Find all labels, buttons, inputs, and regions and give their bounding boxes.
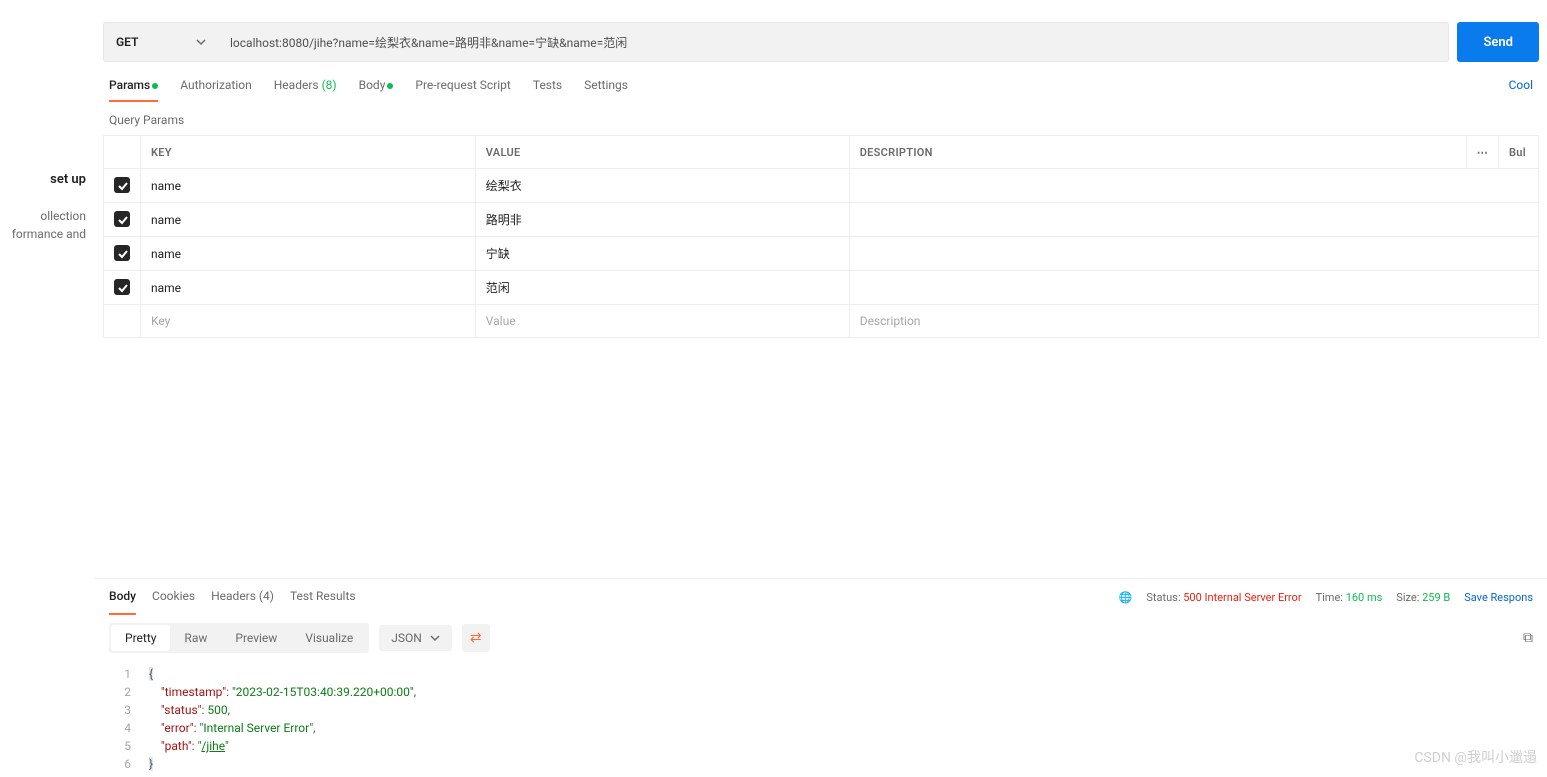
tab-tests[interactable]: Tests [533,70,562,102]
dot-icon [152,83,158,89]
checkbox[interactable] [114,279,130,295]
copy-icon[interactable]: ⧉ [1523,630,1533,646]
param-key[interactable]: name [141,169,476,203]
param-desc[interactable] [849,271,1538,305]
param-value[interactable]: 路明非 [475,203,849,237]
checkbox[interactable] [114,177,130,193]
tab-headers[interactable]: Headers (8) [274,70,337,102]
param-desc[interactable] [849,237,1538,271]
size-value: 259 B [1422,591,1450,604]
view-preview[interactable]: Preview [221,625,291,651]
view-raw[interactable]: Raw [170,625,221,651]
tab-settings[interactable]: Settings [584,70,628,102]
checkbox[interactable] [114,211,130,227]
table-row-placeholder[interactable]: KeyValueDescription [104,305,1539,338]
resp-tab-cookies[interactable]: Cookies [152,579,195,615]
param-key[interactable]: name [141,203,476,237]
param-key[interactable]: name [141,271,476,305]
cookies-link[interactable]: Cool [1509,70,1533,102]
tab-authorization[interactable]: Authorization [180,70,252,102]
chevron-down-icon [196,37,206,47]
resp-tab-tests[interactable]: Test Results [290,579,356,615]
bulk-edit[interactable]: Bul [1499,136,1539,169]
params-table: KEY VALUE DESCRIPTION ⋯ Bul name绘梨衣name路… [103,135,1539,338]
table-row: name绘梨衣 [104,169,1539,203]
col-key: KEY [141,136,476,169]
col-description: DESCRIPTION [849,136,1466,169]
time-value: 160 ms [1346,591,1383,604]
resp-tab-headers[interactable]: Headers (4) [211,579,274,615]
param-value[interactable]: 绘梨衣 [475,169,849,203]
url-input[interactable]: localhost:8080/jihe?name=绘梨衣&name=路明非&na… [218,22,1449,62]
param-key[interactable]: name [141,237,476,271]
resp-tab-body[interactable]: Body [109,579,136,615]
section-label: Query Params [95,103,1547,135]
tab-params[interactable]: Params [109,70,158,102]
param-desc[interactable] [849,203,1538,237]
format-select[interactable]: JSON [379,625,452,651]
param-key-placeholder[interactable]: Key [141,305,476,338]
param-value-placeholder[interactable]: Value [475,305,849,338]
send-button[interactable]: Send [1457,22,1539,62]
param-value[interactable]: 范闲 [475,271,849,305]
view-visualize[interactable]: Visualize [291,625,367,651]
wrap-lines-icon[interactable]: ⇄ [462,624,490,652]
sidebar-desc2: formance and [0,225,94,243]
col-value: VALUE [475,136,849,169]
sidebar-fragment: set up ollection formance and [0,0,95,777]
view-pretty[interactable]: Pretty [111,625,170,651]
method-label: GET [116,35,138,49]
sidebar-title: set up [0,172,94,187]
chevron-down-icon [430,633,440,643]
table-row: name路明非 [104,203,1539,237]
watermark: CSDN @我叫小邋遢 [1414,747,1537,767]
checkbox[interactable] [114,245,130,261]
globe-icon: 🌐 [1119,591,1133,604]
sidebar-desc1: ollection [0,207,94,225]
more-icon[interactable]: ⋯ [1466,136,1498,169]
save-response[interactable]: Save Respons [1464,591,1533,604]
tab-body[interactable]: Body [359,70,394,102]
method-select[interactable]: GET [103,22,218,62]
table-row: name范闲 [104,271,1539,305]
response-body[interactable]: 1{ 2 "timestamp": "2023-02-15T03:40:39.2… [95,661,1547,777]
param-value[interactable]: 宁缺 [475,237,849,271]
table-row: name宁缺 [104,237,1539,271]
tab-prerequest[interactable]: Pre-request Script [415,70,510,102]
status-value: 500 Internal Server Error [1183,591,1301,604]
param-desc-placeholder[interactable]: Description [849,305,1538,338]
dot-icon [387,83,393,89]
param-desc[interactable] [849,169,1538,203]
